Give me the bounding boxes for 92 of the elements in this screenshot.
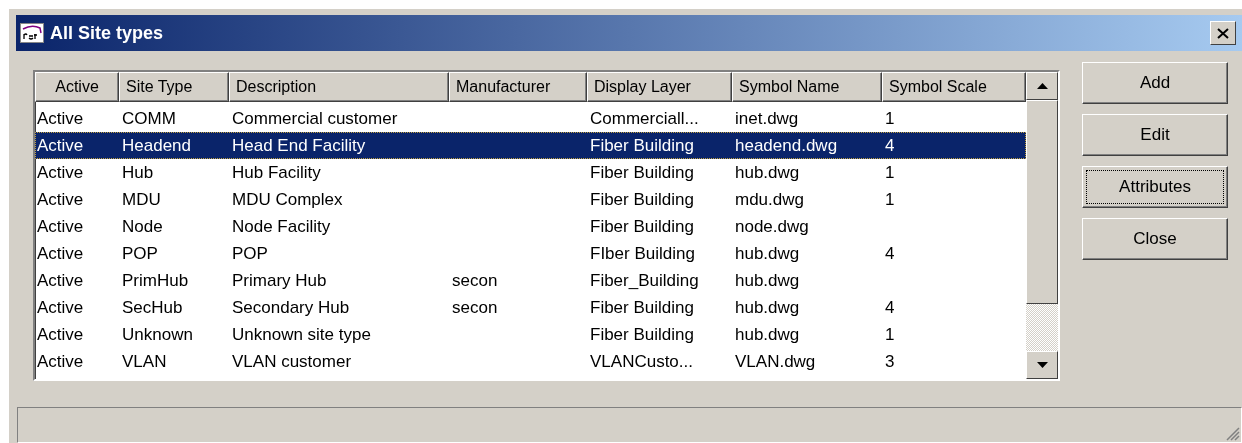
- scrollbar[interactable]: [1026, 72, 1058, 379]
- table-cell-text: 1: [884, 162, 896, 183]
- dialog-button[interactable]: Attributes: [1082, 166, 1228, 208]
- table-cell-text: Secondary Hub: [231, 297, 351, 318]
- table-cell-text: Fiber Building: [589, 135, 695, 156]
- column-header[interactable]: Site Type: [119, 72, 229, 102]
- window-title: All Site types: [50, 22, 165, 44]
- table-cell-text: VLAN.dwg: [734, 351, 817, 372]
- down-arrow-icon: [1036, 362, 1048, 368]
- table-cell-text: Active: [36, 162, 85, 183]
- table-cell-text: 4: [884, 297, 896, 318]
- column-header[interactable]: Symbol Name: [732, 72, 882, 102]
- table-cell-text: Fiber Building: [589, 216, 695, 237]
- scroll-up-button[interactable]: [1026, 72, 1058, 100]
- table-cell-text: Node Facility: [231, 216, 332, 237]
- scroll-thumb[interactable]: [1026, 100, 1058, 304]
- resize-grip-icon[interactable]: [1224, 425, 1240, 441]
- table-cell-text: 4: [884, 135, 896, 156]
- table-cell-text: Commerciall...: [589, 108, 700, 129]
- table-cell-text: PrimHub: [121, 270, 190, 291]
- table-cell-text: 3: [884, 351, 896, 372]
- table-cell-text: inet.dwg: [734, 108, 800, 129]
- table-cell-text: VLAN: [121, 351, 168, 372]
- table-cell-text: 1: [884, 108, 896, 129]
- table-cell-text: Unknown site type: [231, 324, 372, 345]
- table-cell-text: Active: [36, 108, 85, 129]
- table-cell-text: POP: [231, 243, 269, 264]
- table-row[interactable]: Active MDU MDU Complex Fiber Building mdu.dwg 1: [35, 186, 1026, 213]
- close-icon: [1217, 27, 1229, 39]
- scroll-down-button[interactable]: [1026, 351, 1058, 379]
- table-row[interactable]: Active Headend Head End Facility Fiber Building headend.dwg 4: [35, 132, 1026, 159]
- close-button[interactable]: [1210, 21, 1236, 45]
- table-row[interactable]: Active Hub Hub Facility Fiber Building hub.dwg 1: [35, 159, 1026, 186]
- table-cell-text: Hub Facility: [231, 162, 322, 183]
- table-cell-text: POP: [121, 243, 159, 264]
- table-cell-text: COMM: [121, 108, 177, 129]
- table-cell-text: MDU Complex: [231, 189, 344, 210]
- table-cell-text: Headend: [121, 135, 192, 156]
- table-cell-text: 1: [884, 324, 896, 345]
- table-row[interactable]: Active POP POP FIber Building hub.dwg 4: [35, 240, 1026, 267]
- table-cell-text: Head End Facility: [231, 135, 367, 156]
- table-cell-text: Active: [36, 351, 85, 372]
- column-header[interactable]: Symbol Scale: [882, 72, 1026, 102]
- table-cell-text: 4: [884, 243, 896, 264]
- table-cell-text: MDU: [121, 189, 162, 210]
- column-header[interactable]: Description: [229, 72, 449, 102]
- table-cell-text: Hub: [121, 162, 155, 183]
- table-cell-text: Active: [36, 270, 85, 291]
- table-cell-text: Fiber Building: [589, 324, 695, 345]
- table-cell-text: secon: [451, 270, 499, 291]
- table-cell-text: Fiber_Building: [589, 270, 700, 291]
- table-cell-text: hub.dwg: [734, 297, 801, 318]
- dialog-button[interactable]: Close: [1082, 218, 1228, 260]
- table-cell-text: Active: [36, 297, 85, 318]
- table-cell-text: Unknown: [121, 324, 194, 345]
- table-cell-text: Primary Hub: [231, 270, 328, 291]
- table-cell-text: SecHub: [121, 297, 184, 318]
- table-cell-text: mdu.dwg: [734, 189, 805, 210]
- table-row[interactable]: Active VLAN VLAN customer VLANCusto... VLAN.dwg 3: [35, 348, 1026, 375]
- table-cell-text: VLAN customer: [231, 351, 353, 372]
- app-icon: [20, 23, 44, 43]
- table-cell-text: Active: [36, 324, 85, 345]
- table-cell-text: hub.dwg: [734, 162, 801, 183]
- table-row[interactable]: Active PrimHub Primary Hub secon Fiber_Building hub.dwg: [35, 267, 1026, 294]
- table-cell-text: Active: [36, 189, 85, 210]
- up-arrow-icon: [1036, 83, 1048, 89]
- table-row[interactable]: Active Unknown Unknown site type Fiber Building hub.dwg 1: [35, 321, 1026, 348]
- dialog-button[interactable]: Add: [1082, 62, 1228, 104]
- table-row[interactable]: Active Node Node Facility Fiber Building node.dwg: [35, 213, 1026, 240]
- table-cell-text: Active: [36, 216, 85, 237]
- dialog-button[interactable]: Edit: [1082, 114, 1228, 156]
- column-header[interactable]: Manufacturer: [449, 72, 587, 102]
- table-cell-text: Active: [36, 135, 85, 156]
- table-cell-text: FIber Building: [589, 243, 696, 264]
- table-cell-text: Fiber Building: [589, 162, 695, 183]
- table-cell-text: headend.dwg: [734, 135, 839, 156]
- table-cell-text: secon: [451, 297, 499, 318]
- table-row[interactable]: Active SecHub Secondary Hub secon Fiber Building hub.dwg 4: [35, 294, 1026, 321]
- table-cell-text: 1: [884, 189, 896, 210]
- table-cell-text: hub.dwg: [734, 324, 801, 345]
- table-cell-text: Commercial customer: [231, 108, 399, 129]
- table-cell-text: hub.dwg: [734, 270, 801, 291]
- column-header[interactable]: Display Layer: [587, 72, 732, 102]
- table-cell-text: hub.dwg: [734, 243, 801, 264]
- table-cell-text: VLANCusto...: [589, 351, 694, 372]
- table-cell-text: Node: [121, 216, 164, 237]
- table-cell-text: Fiber Building: [589, 189, 695, 210]
- table-cell-text: Active: [36, 243, 85, 264]
- table-cell-text: node.dwg: [734, 216, 810, 237]
- table-cell-text: Fiber Building: [589, 297, 695, 318]
- column-header[interactable]: Active: [35, 72, 119, 102]
- table-row[interactable]: Active COMM Commercial customer Commerciall... inet.dwg 1: [35, 105, 1026, 132]
